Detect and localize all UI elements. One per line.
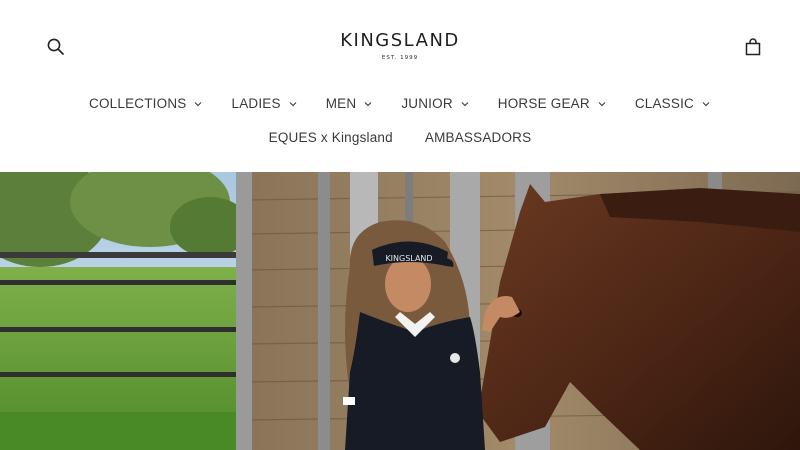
chevron-down-icon (195, 102, 202, 107)
nav-item-label: HORSE GEAR (497, 96, 590, 111)
hero-banner[interactable]: KINGSLAND (0, 172, 800, 450)
nav-item-label: LADIES (231, 96, 281, 111)
chevron-down-icon (289, 102, 297, 107)
nav-item-label: AMBASSADORS (424, 130, 532, 145)
nav-item-collections[interactable]: COLLECTIONS (89, 94, 203, 114)
chevron-down-icon (461, 102, 469, 107)
brand-tagline: EST. 1999 (381, 55, 419, 61)
search-button[interactable] (46, 37, 66, 57)
nav-item-ladies[interactable]: LADIES (231, 94, 297, 114)
nav-item-men[interactable]: MEN (326, 94, 374, 114)
chevron-down-icon (702, 102, 710, 107)
primary-nav: COLLECTIONS LADIES MEN JUNIOR HORSE GEAR… (0, 94, 800, 114)
shopping-bag-icon (745, 38, 761, 56)
nav-item-ambassadors[interactable]: AMBASSADORS (425, 128, 531, 148)
nav-item-junior[interactable]: JUNIOR (401, 94, 469, 114)
nav-item-classic[interactable]: CLASSIC (635, 94, 711, 114)
brand-name: KINGSLAND (340, 30, 460, 51)
nav-item-label: CLASSIC (634, 96, 694, 111)
nav-item-horse-gear[interactable]: HORSE GEAR (498, 94, 607, 114)
chevron-down-icon (598, 102, 606, 107)
brand-logo[interactable]: KINGSLAND EST. 1999 (300, 30, 500, 62)
nav-item-label: MEN (325, 96, 357, 111)
chevron-down-icon (364, 102, 372, 107)
secondary-nav: EQUES x Kingsland AMBASSADORS (0, 128, 800, 148)
nav-item-eques-x-kingsland[interactable]: EQUES x Kingsland (269, 128, 393, 148)
site-header: KINGSLAND EST. 1999 COLLECTIONS LADIES M… (0, 0, 800, 172)
cart-button[interactable] (743, 37, 763, 57)
nav-item-label: JUNIOR (401, 96, 453, 111)
visor-logo: KINGSLAND (385, 254, 432, 263)
nav-item-label: COLLECTIONS (89, 96, 187, 111)
search-icon (47, 38, 64, 55)
hero-image: KINGSLAND (0, 172, 800, 450)
nav-item-label: EQUES x Kingsland (268, 130, 393, 145)
